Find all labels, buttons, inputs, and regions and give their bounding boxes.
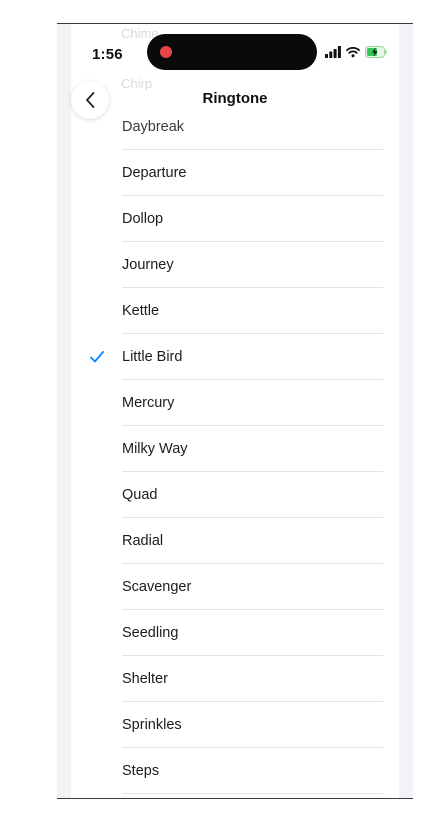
battery-charging-icon — [365, 46, 387, 58]
ringtone-label: Kettle — [122, 303, 160, 319]
ringtone-item[interactable]: Dollop — [57, 196, 413, 242]
checkmark-icon — [90, 351, 104, 363]
ringtone-label: Dollop — [122, 211, 164, 227]
ringtone-label: Radial — [122, 533, 164, 549]
ringtone-item[interactable]: Daybreak — [57, 104, 413, 150]
dynamic-island — [147, 34, 317, 70]
scrolled-item-ghost: Chirp — [121, 76, 153, 91]
ringtone-label: Mercury — [122, 395, 175, 411]
ringtone-item[interactable]: Little Bird — [57, 334, 413, 380]
ringtone-item[interactable]: Quad — [57, 472, 413, 518]
ringtone-label: Milky Way — [122, 441, 188, 457]
ringtone-item[interactable]: Radial — [57, 518, 413, 564]
wifi-icon — [346, 47, 360, 58]
ringtone-label: Seedling — [122, 625, 179, 641]
ringtone-item[interactable]: Mercury — [57, 380, 413, 426]
ringtone-item[interactable]: Kettle — [57, 288, 413, 334]
ringtone-item[interactable]: Departure — [57, 150, 413, 196]
ringtone-label: Quad — [122, 487, 158, 503]
ringtone-label: Scavenger — [122, 579, 192, 595]
ringtone-label: Shelter — [122, 671, 168, 687]
signal-icon — [325, 46, 341, 58]
ringtone-item[interactable]: Shelter — [57, 656, 413, 702]
frame-bottom-border — [57, 798, 413, 799]
ringtone-item[interactable]: Milky Way — [57, 426, 413, 472]
status-time: 1:56 — [92, 46, 123, 63]
recording-indicator-icon — [160, 46, 172, 58]
ringtone-item[interactable]: Steps — [57, 748, 413, 794]
ringtone-item[interactable]: Journey — [57, 242, 413, 288]
ringtone-item[interactable]: Scavenger — [57, 564, 413, 610]
ringtone-label: Departure — [122, 165, 187, 181]
ringtone-label: Little Bird — [122, 349, 183, 365]
phone-screen: Chime Chirp 1:56 Ringtone Daybreak Depar… — [57, 24, 413, 798]
status-icons — [325, 44, 387, 60]
ringtone-label: Sprinkles — [122, 717, 182, 733]
ringtone-label: Steps — [122, 763, 160, 779]
ringtone-list: Daybreak Departure Dollop Journey Kettle Litt… — [57, 104, 413, 794]
ringtone-label: Journey — [122, 257, 174, 273]
ringtone-label: Daybreak — [122, 119, 185, 135]
ringtone-item[interactable]: Sprinkles — [57, 702, 413, 748]
row-divider — [122, 793, 383, 794]
ringtone-item[interactable]: Seedling — [57, 610, 413, 656]
